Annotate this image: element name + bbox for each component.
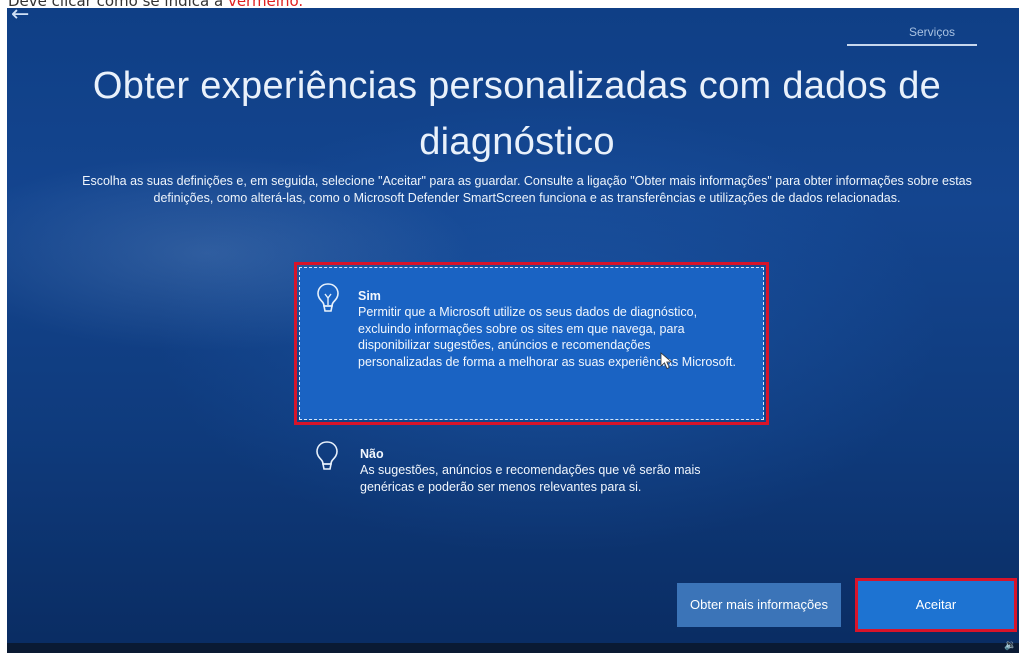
option-no-title: Não xyxy=(360,447,384,461)
lightbulb-off-icon xyxy=(316,441,338,470)
option-no-description: As sugestões, anúncios e recomendações q… xyxy=(360,463,701,494)
back-arrow-icon[interactable]: ← xyxy=(11,8,41,28)
taskbar xyxy=(7,643,1019,653)
option-no[interactable]: Não As sugestões, anúncios e recomendaçõ… xyxy=(302,432,767,512)
page-description: Escolha as suas definições e, em seguida… xyxy=(82,174,972,205)
option-yes[interactable]: Sim Permitir que a Microsoft utilize os … xyxy=(294,262,769,425)
more-info-button[interactable]: Obter mais informações xyxy=(677,583,841,627)
lightbulb-on-icon xyxy=(317,283,339,312)
accept-button[interactable]: Aceitar xyxy=(855,578,1017,632)
oobe-screen: ← Serviços Obter experiências personaliz… xyxy=(7,8,1019,653)
tab-services: Serviços xyxy=(847,18,977,46)
option-yes-description: Permitir que a Microsoft utilize os seus… xyxy=(358,305,736,369)
mouse-pointer-icon xyxy=(660,352,673,370)
page-title: Obter experiências personalizadas com da… xyxy=(92,65,942,163)
volume-icon[interactable]: 🔉 xyxy=(1004,640,1019,652)
option-yes-title: Sim xyxy=(358,289,381,303)
